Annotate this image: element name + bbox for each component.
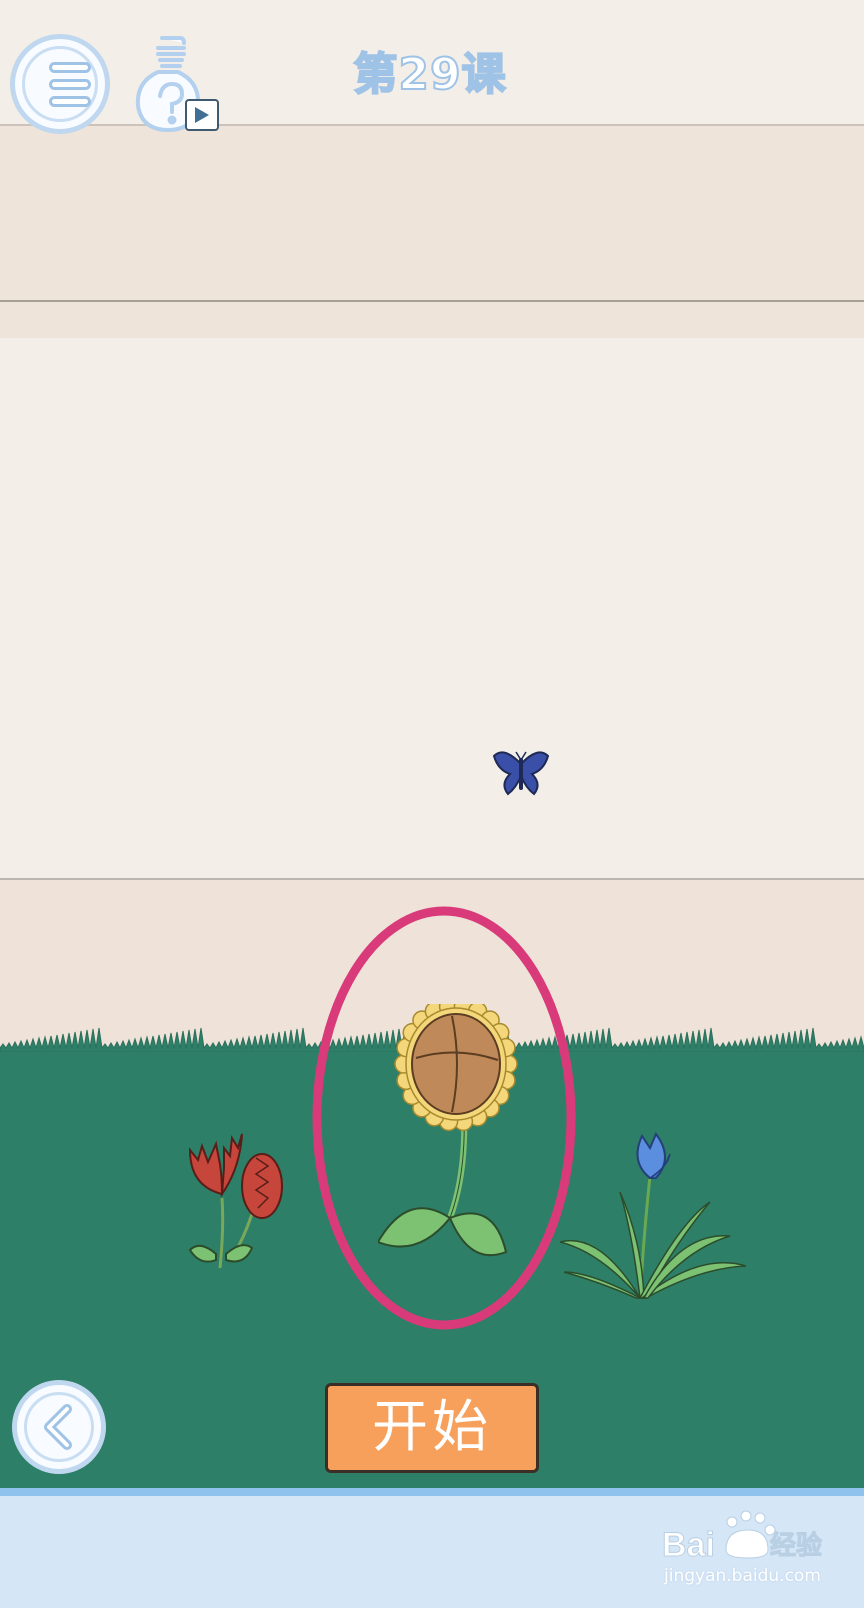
level-title: 第29课	[352, 48, 507, 101]
back-button[interactable]	[12, 1380, 106, 1474]
wall-band-rail	[0, 300, 864, 340]
wall-band-upper	[0, 124, 864, 302]
butterfly-sprite[interactable]	[492, 748, 550, 798]
wall-background	[0, 338, 864, 878]
svg-text:经验: 经验	[770, 1530, 822, 1560]
blue-flower-sprite[interactable]	[560, 1132, 746, 1304]
start-button[interactable]: 开始	[325, 1383, 539, 1473]
hint-button[interactable]	[132, 28, 226, 138]
watermark-url: jingyan.baidu.com	[664, 1566, 821, 1586]
menu-button[interactable]	[10, 34, 110, 134]
venus-flytrap-sprite[interactable]	[186, 1128, 292, 1276]
play-icon	[185, 99, 219, 131]
svg-text:Bai: Bai	[662, 1526, 715, 1564]
back-arrow-icon	[24, 1392, 94, 1462]
highlight-annotation-ellipse	[312, 906, 576, 1330]
hamburger-menu-icon	[22, 46, 98, 122]
